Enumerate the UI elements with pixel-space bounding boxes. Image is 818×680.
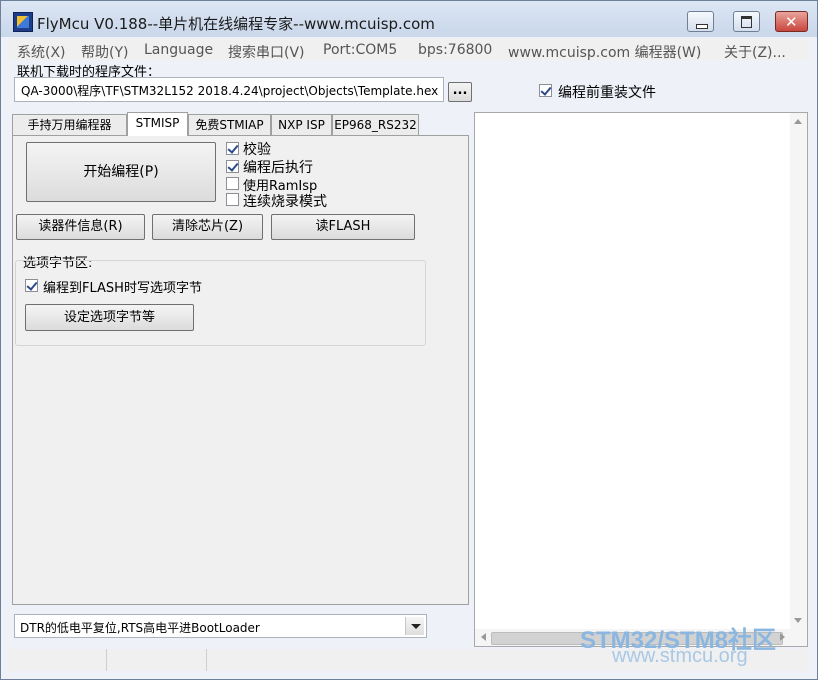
erase-chip-button[interactable]: 清除芯片(Z) bbox=[152, 214, 263, 240]
dropdown-arrow-icon[interactable] bbox=[405, 617, 424, 635]
flymcu-app-icon[interactable] bbox=[13, 12, 33, 32]
status-pane-1 bbox=[8, 649, 107, 671]
menu-baudrate[interactable]: bps:76800 bbox=[418, 42, 492, 58]
browse-file-button[interactable]: ... bbox=[448, 82, 472, 102]
minimize-icon bbox=[696, 24, 708, 29]
verify-label: 校验 bbox=[243, 142, 271, 158]
menu-port[interactable]: Port:COM5 bbox=[323, 42, 397, 58]
tab-nxp-isp[interactable]: NXP ISP bbox=[271, 114, 332, 135]
scroll-right-arrow-icon[interactable] bbox=[780, 633, 785, 641]
close-icon: ✕ bbox=[785, 13, 798, 31]
maximize-button[interactable] bbox=[733, 11, 760, 32]
start-programming-button[interactable]: 开始编程(P) bbox=[26, 142, 216, 202]
watermark-url: www.stmcu.org bbox=[612, 645, 748, 667]
boot-mode-selected: DTR的低电平复位,RTS高电平进BootLoader bbox=[20, 621, 260, 635]
option-bytes-group: 编程到FLASH时写选项字节 设定选项字节等 bbox=[15, 260, 426, 346]
maximize-icon bbox=[741, 16, 752, 28]
log-output-area[interactable] bbox=[474, 112, 808, 647]
menu-language[interactable]: Language bbox=[144, 42, 213, 58]
continuous-burn-label: 连续烧录模式 bbox=[243, 194, 327, 210]
menu-bar: 系统(X) 帮助(Y) Language 搜索串口(V) Port:COM5 b… bbox=[9, 38, 809, 62]
run-after-program-label: 编程后执行 bbox=[243, 160, 313, 176]
read-flash-button[interactable]: 读FLASH bbox=[271, 214, 415, 240]
program-file-path: QA-3000\程序\TF\STM32L152 2018.4.24\projec… bbox=[21, 84, 439, 98]
write-option-bytes-checkbox[interactable] bbox=[25, 279, 38, 292]
verify-checkbox[interactable] bbox=[226, 142, 239, 155]
scroll-down-arrow-icon[interactable] bbox=[794, 618, 802, 623]
program-file-path-field[interactable]: QA-3000\程序\TF\STM32L152 2018.4.24\projec… bbox=[14, 77, 444, 102]
menu-help[interactable]: 帮助(Y) bbox=[81, 42, 128, 62]
use-ramisp-checkbox[interactable] bbox=[226, 177, 239, 190]
menu-about[interactable]: 关于(Z)... bbox=[724, 42, 786, 62]
scroll-left-arrow-icon[interactable] bbox=[481, 633, 486, 641]
menu-system[interactable]: 系统(X) bbox=[17, 42, 66, 62]
log-vertical-scrollbar[interactable] bbox=[790, 113, 807, 630]
tab-free-stmiap[interactable]: 免费STMIAP bbox=[188, 114, 271, 135]
close-button[interactable]: ✕ bbox=[775, 11, 808, 32]
boot-mode-select[interactable]: DTR的低电平复位,RTS高电平进BootLoader bbox=[14, 614, 427, 638]
reload-before-program-checkbox[interactable] bbox=[539, 84, 552, 97]
tab-ep968-rs232[interactable]: EP968_RS232 bbox=[332, 114, 419, 135]
read-device-info-button[interactable]: 读器件信息(R) bbox=[16, 214, 145, 240]
title-bar: FlyMcu V0.188--单片机在线编程专家--www.mcuisp.com… bbox=[1, 1, 817, 37]
run-after-program-checkbox[interactable] bbox=[226, 160, 239, 173]
status-pane-2 bbox=[108, 649, 207, 671]
minimize-button[interactable] bbox=[687, 11, 714, 32]
menu-programmer[interactable]: www.mcuisp.com 编程器(W) bbox=[508, 42, 701, 62]
window-title: FlyMcu V0.188--单片机在线编程专家--www.mcuisp.com bbox=[37, 15, 435, 33]
menu-search-port[interactable]: 搜索串口(V) bbox=[228, 42, 305, 62]
tab-stmisp[interactable]: STMISP bbox=[127, 112, 188, 136]
stmisp-panel: 开始编程(P) 校验 编程后执行 使用RamIsp 连续烧录模式 读器件信息(R… bbox=[12, 135, 469, 605]
set-option-bytes-button[interactable]: 设定选项字节等 bbox=[25, 304, 194, 331]
continuous-burn-checkbox[interactable] bbox=[226, 193, 239, 206]
write-option-bytes-label: 编程到FLASH时写选项字节 bbox=[43, 281, 202, 296]
reload-before-program-label: 编程前重装文件 bbox=[558, 85, 656, 101]
tab-handheld-programmer[interactable]: 手持万用编程器 bbox=[12, 114, 127, 135]
scroll-up-arrow-icon[interactable] bbox=[794, 119, 802, 124]
